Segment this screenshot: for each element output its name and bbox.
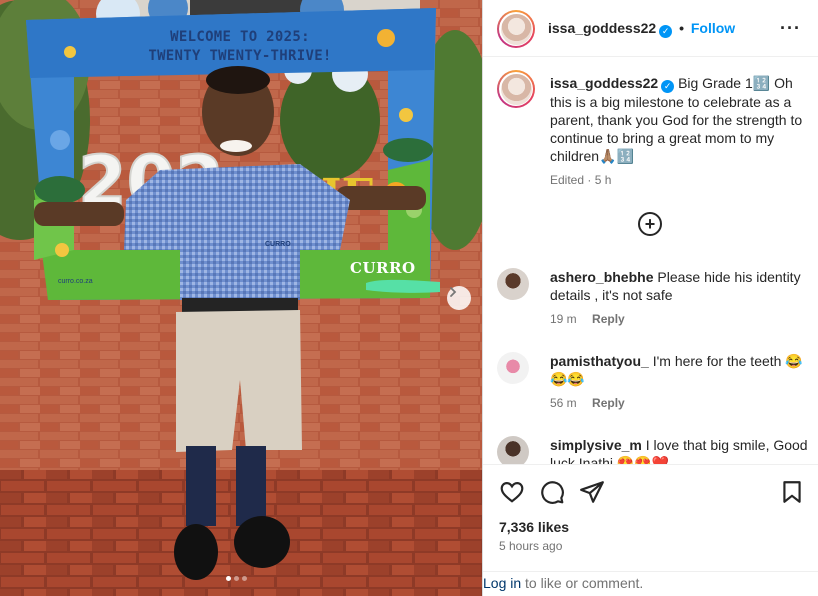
paper-plane-icon [580, 481, 604, 503]
comment-username[interactable]: ashero_bhebhe [550, 269, 653, 285]
post-sidebar: issa_goddess22 ✓ • Follow ··· issa_goddes… [482, 0, 818, 596]
carousel-dots [226, 576, 247, 581]
like-count[interactable]: 7,336 likes [499, 519, 569, 535]
bookmark-icon [783, 481, 801, 503]
comment-username[interactable]: simplysive_m [550, 437, 642, 453]
author-avatar[interactable] [497, 10, 535, 48]
verified-badge-icon: ✓ [659, 25, 673, 38]
caption-avatar[interactable] [497, 70, 535, 108]
comments-scroll-area[interactable]: issa_goddess22 ✓ Big Grade 1🔢 Oh this is … [483, 58, 818, 464]
carousel-dot-1 [226, 576, 231, 581]
comment-meta: 56 m Reply [550, 394, 808, 412]
comment-avatar[interactable] [497, 352, 529, 384]
frame-title-line2: TWENTY TWENTY-THRIVE! [148, 48, 332, 64]
carousel-dot-2 [234, 576, 239, 581]
caption-username[interactable]: issa_goddess22 [550, 75, 658, 91]
photo-illustration: 202 HE V [0, 0, 482, 596]
reply-button[interactable]: Reply [592, 396, 625, 410]
comment-username[interactable]: pamisthatyou_ [550, 353, 649, 369]
share-button[interactable] [579, 479, 605, 505]
author-username[interactable]: issa_goddess22 [548, 20, 656, 36]
heart-icon [500, 482, 524, 503]
frame-title-line1: WELCOME TO 2025: [170, 29, 310, 45]
comment-bubble-icon [541, 481, 564, 504]
caption-meta: Edited · 5 h [550, 173, 612, 187]
header-user-line: issa_goddess22 ✓ • Follow [548, 20, 735, 38]
login-prompt-text: to like or comment. [521, 575, 644, 591]
post-header: issa_goddess22 ✓ • Follow ··· [483, 0, 818, 57]
reply-button[interactable]: Reply [592, 312, 625, 326]
comment-avatar[interactable] [497, 268, 529, 300]
comment-time: 19 m [550, 312, 577, 326]
post-timestamp[interactable]: 5 hours ago [499, 539, 562, 553]
load-more-comments-button[interactable]: + [638, 212, 662, 236]
login-link[interactable]: Log in [483, 575, 521, 591]
follow-button[interactable]: Follow [691, 20, 735, 36]
verified-badge-icon: ✓ [661, 80, 675, 93]
save-button[interactable] [779, 479, 805, 505]
frame-brand: CURRO [350, 259, 416, 277]
frame-title: WELCOME TO 2025: TWENTY TWENTY-THRIVE! [110, 28, 370, 66]
login-prompt: Log in to like or comment. [483, 571, 818, 596]
like-button[interactable] [499, 479, 525, 505]
chevron-right-icon [450, 287, 457, 297]
shirt-logo: CURRO [265, 241, 291, 248]
separator-bullet: • [679, 20, 684, 36]
post-actions: 7,336 likes 5 hours ago Log in to like o… [483, 464, 818, 596]
comment-button[interactable] [539, 479, 565, 505]
frame-url: curro.co.za [58, 278, 93, 285]
more-horizontal-icon[interactable]: ··· [780, 18, 801, 39]
post-photo[interactable]: 202 HE V [0, 0, 482, 596]
plus-icon: + [644, 214, 656, 234]
carousel-dot-3 [242, 576, 247, 581]
comment-meta: 19 m Reply [550, 310, 808, 328]
carousel-next-button[interactable] [447, 286, 471, 310]
comment-time: 56 m [550, 396, 577, 410]
comment-avatar[interactable] [497, 436, 529, 464]
